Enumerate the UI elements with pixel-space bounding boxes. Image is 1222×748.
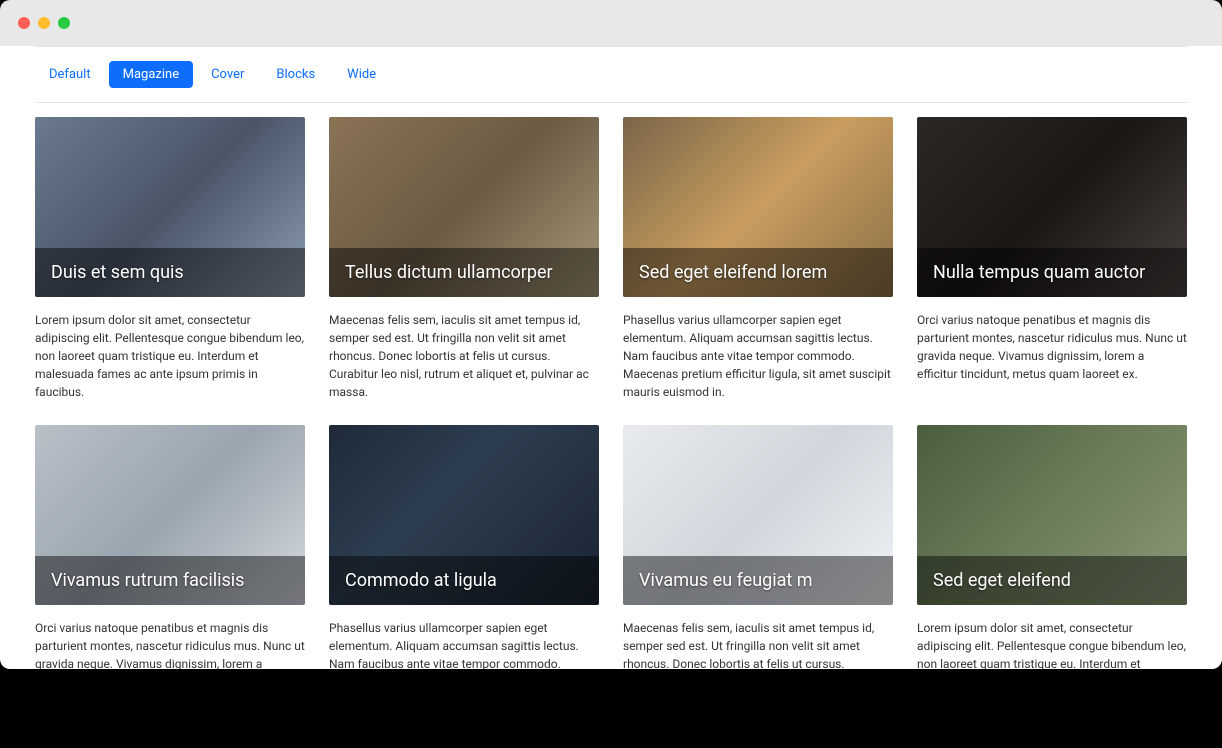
card-excerpt: Lorem ipsum dolor sit amet, consectetur …	[35, 311, 305, 401]
card-title-overlay: Duis et sem quis	[35, 248, 305, 297]
card-grid: Duis et sem quis Lorem ipsum dolor sit a…	[35, 117, 1187, 669]
window-minimize-button[interactable]	[38, 17, 50, 29]
card-title: Vivamus rutrum facilisis	[51, 570, 289, 591]
window-close-button[interactable]	[18, 17, 30, 29]
card-excerpt: Maecenas felis sem, iaculis sit amet tem…	[623, 619, 893, 669]
card-image: Vivamus rutrum facilisis	[35, 425, 305, 605]
card-image: Tellus dictum ullamcorper	[329, 117, 599, 297]
card-excerpt: Phasellus varius ullamcorper sapien eget…	[329, 619, 599, 669]
card-excerpt: Orci varius natoque penatibus et magnis …	[917, 311, 1187, 383]
card-title: Commodo at ligula	[345, 570, 583, 591]
article-card[interactable]: Sed eget eleifend lorem Phasellus varius…	[623, 117, 893, 401]
article-card[interactable]: Duis et sem quis Lorem ipsum dolor sit a…	[35, 117, 305, 401]
card-excerpt: Phasellus varius ullamcorper sapien eget…	[623, 311, 893, 401]
article-card[interactable]: Sed eget eleifend Lorem ipsum dolor sit …	[917, 425, 1187, 669]
card-image: Nulla tempus quam auctor	[917, 117, 1187, 297]
card-title: Nulla tempus quam auctor	[933, 262, 1171, 283]
card-excerpt: Orci varius natoque penatibus et magnis …	[35, 619, 305, 669]
card-image: Sed eget eleifend lorem	[623, 117, 893, 297]
browser-chrome	[0, 0, 1222, 46]
article-card[interactable]: Vivamus eu feugiat m Maecenas felis sem,…	[623, 425, 893, 669]
tabs-nav: Default Magazine Cover Blocks Wide	[35, 46, 1187, 103]
card-title-overlay: Tellus dictum ullamcorper	[329, 248, 599, 297]
card-title-overlay: Nulla tempus quam auctor	[917, 248, 1187, 297]
tab-wide[interactable]: Wide	[333, 61, 390, 88]
article-card[interactable]: Nulla tempus quam auctor Orci varius nat…	[917, 117, 1187, 401]
article-card[interactable]: Tellus dictum ullamcorper Maecenas felis…	[329, 117, 599, 401]
tab-default[interactable]: Default	[35, 61, 105, 88]
card-title-overlay: Sed eget eleifend	[917, 556, 1187, 605]
tab-cover[interactable]: Cover	[197, 61, 258, 88]
card-title-overlay: Vivamus eu feugiat m	[623, 556, 893, 605]
tab-magazine[interactable]: Magazine	[109, 61, 193, 88]
card-title-overlay: Sed eget eleifend lorem	[623, 248, 893, 297]
card-image: Vivamus eu feugiat m	[623, 425, 893, 605]
article-card[interactable]: Commodo at ligula Phasellus varius ullam…	[329, 425, 599, 669]
tab-blocks[interactable]: Blocks	[262, 61, 329, 88]
card-excerpt: Maecenas felis sem, iaculis sit amet tem…	[329, 311, 599, 401]
card-excerpt: Lorem ipsum dolor sit amet, consectetur …	[917, 619, 1187, 669]
content-area: Default Magazine Cover Blocks Wide Duis …	[0, 46, 1222, 669]
card-title: Tellus dictum ullamcorper	[345, 262, 583, 283]
card-title-overlay: Commodo at ligula	[329, 556, 599, 605]
card-title: Sed eget eleifend	[933, 570, 1171, 591]
card-title-overlay: Vivamus rutrum facilisis	[35, 556, 305, 605]
card-title: Vivamus eu feugiat m	[639, 570, 877, 591]
article-card[interactable]: Vivamus rutrum facilisis Orci varius nat…	[35, 425, 305, 669]
window-maximize-button[interactable]	[58, 17, 70, 29]
card-title: Sed eget eleifend lorem	[639, 262, 877, 283]
card-title: Duis et sem quis	[51, 262, 289, 283]
card-image: Duis et sem quis	[35, 117, 305, 297]
card-image: Commodo at ligula	[329, 425, 599, 605]
card-image: Sed eget eleifend	[917, 425, 1187, 605]
